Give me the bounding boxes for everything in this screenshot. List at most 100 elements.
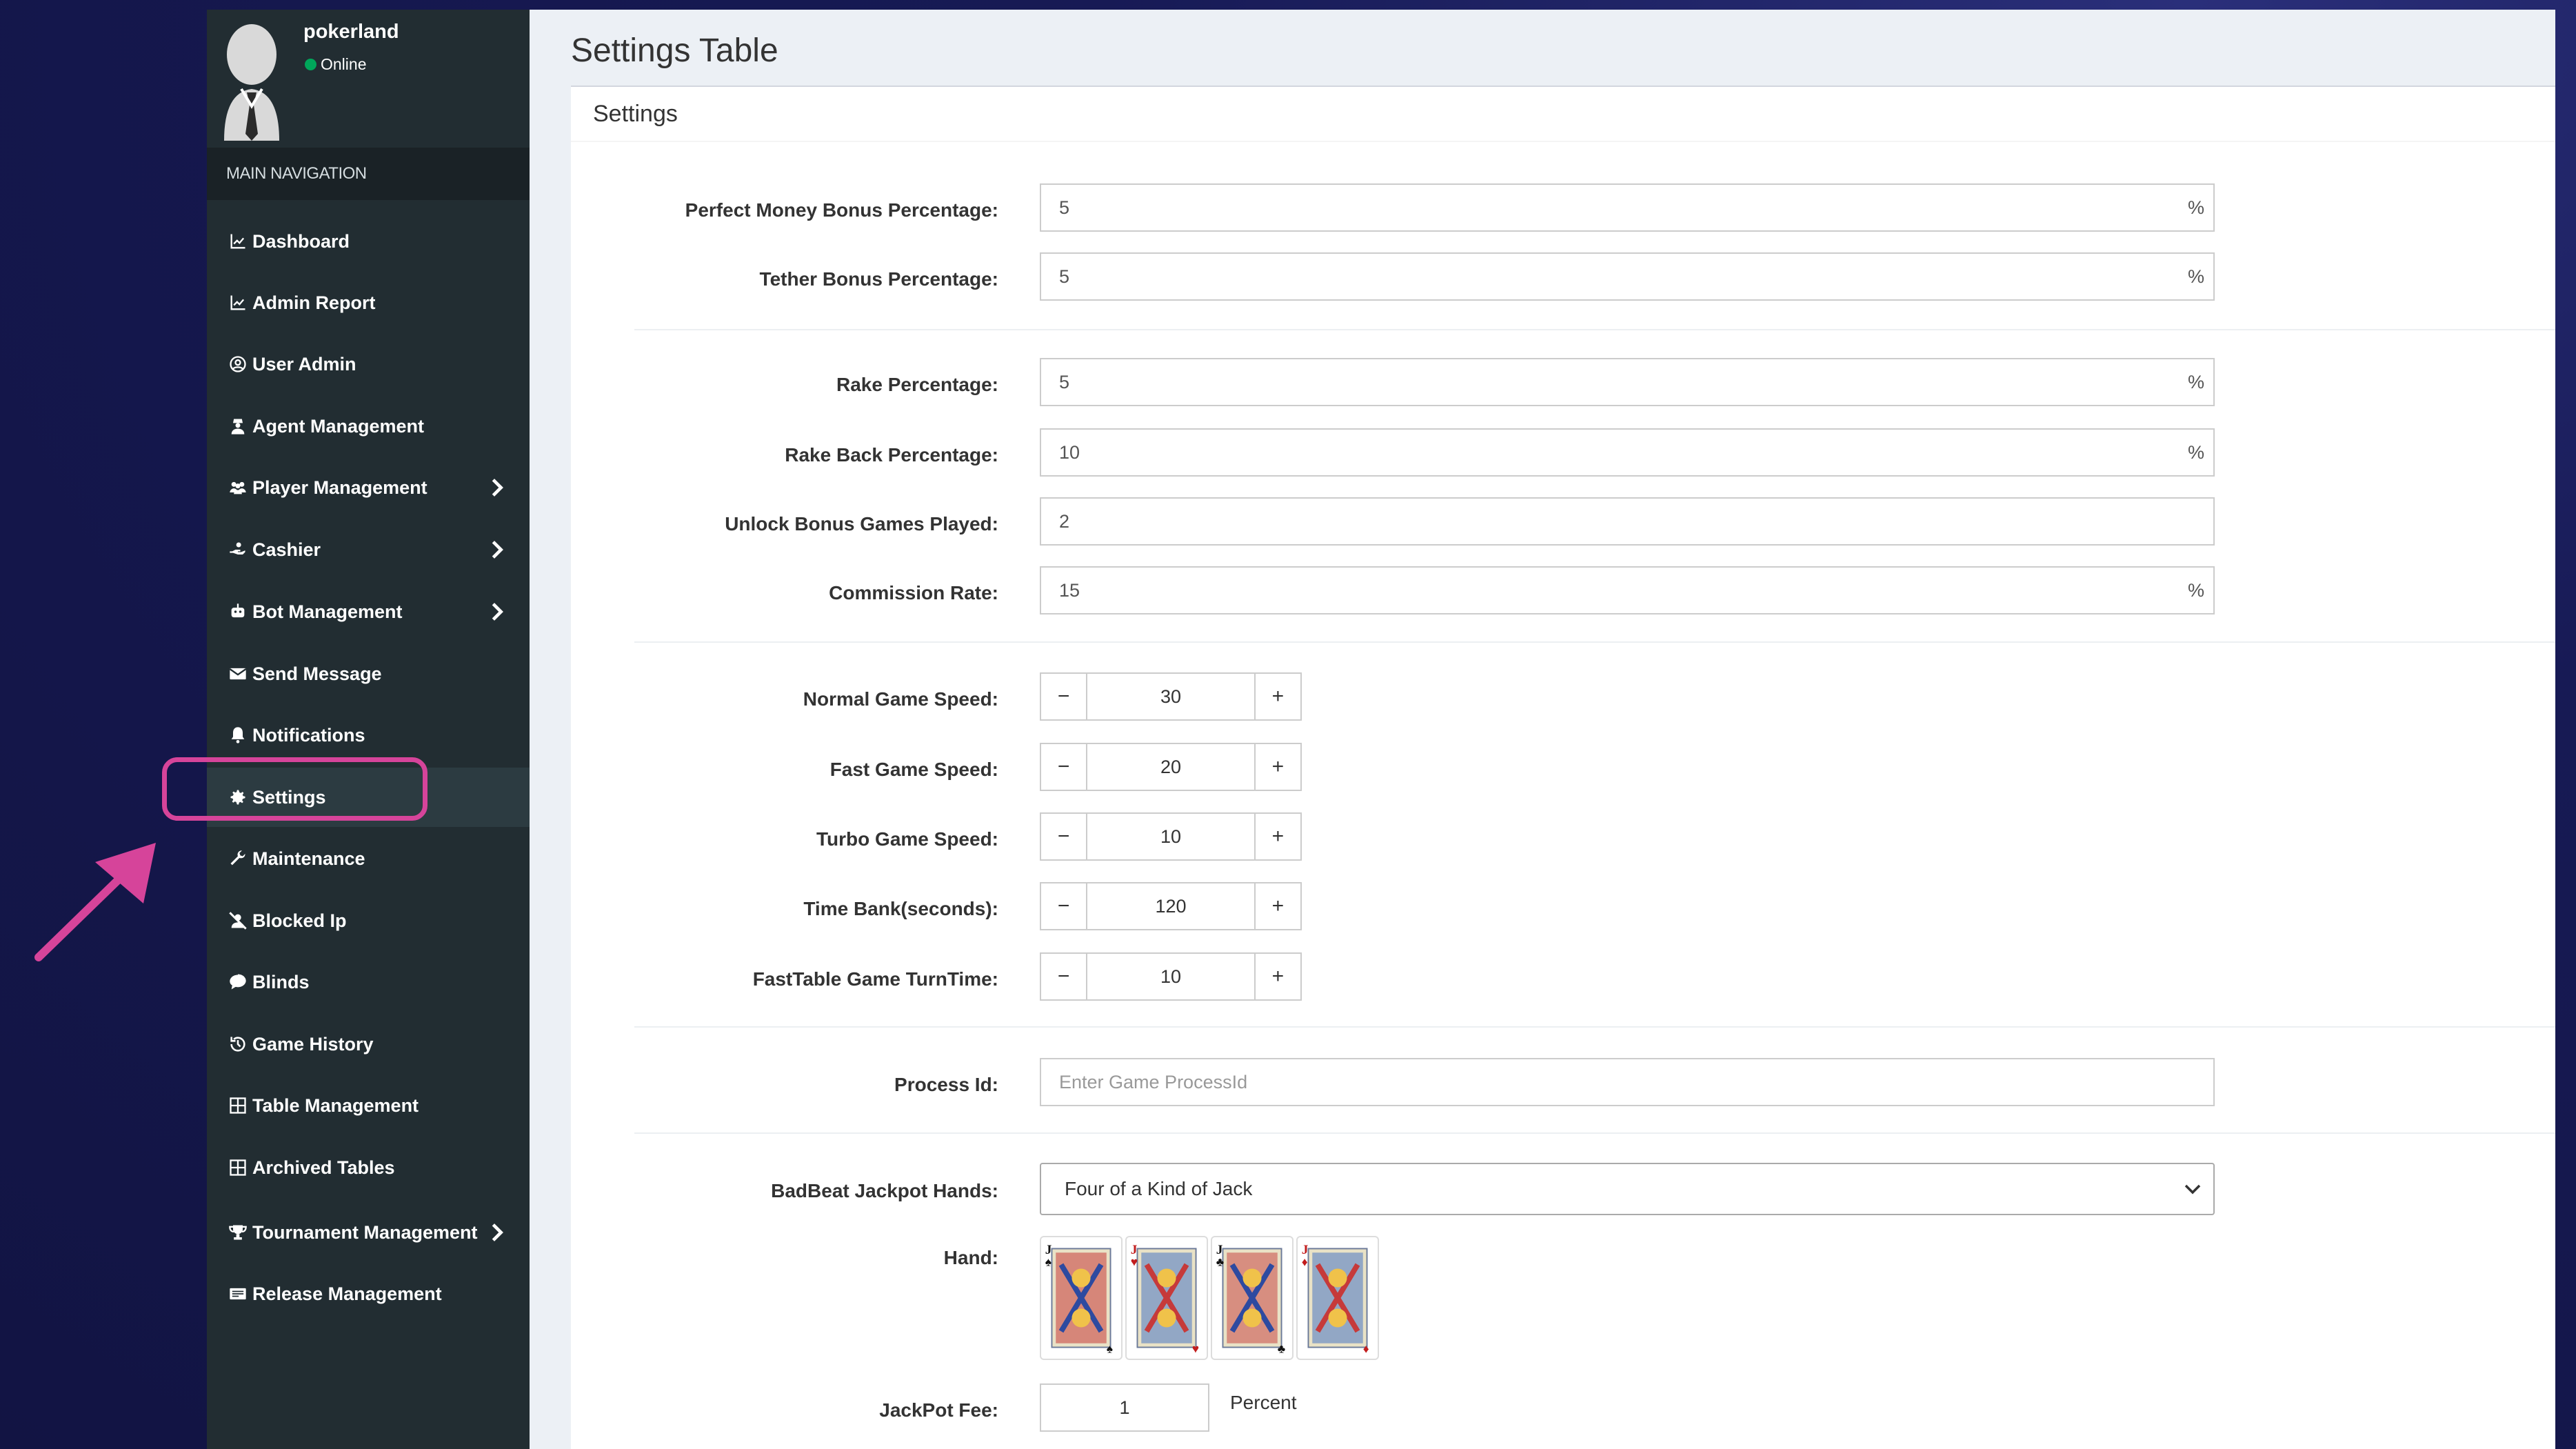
divider [634, 1026, 2555, 1028]
sidebar-item-label: Player Management [252, 477, 427, 498]
increment-button[interactable]: + [1254, 952, 1302, 1001]
nav-header: MAIN NAVIGATION [207, 148, 530, 200]
badbeat-jackpot-select[interactable]: Four of a Kind of Jack [1040, 1163, 2215, 1215]
envelope-icon [228, 663, 248, 684]
input-value: 10 [1059, 441, 1080, 463]
sidebar-item-game-history[interactable]: Game History [207, 1015, 530, 1074]
unlock-bonus-games-input[interactable]: 2 [1040, 497, 2215, 546]
svg-text:♥: ♥ [1192, 1341, 1199, 1355]
process-id-input[interactable]: Enter Game ProcessId [1040, 1058, 2215, 1106]
sidebar-item-settings[interactable]: Settings [207, 768, 530, 827]
user-status: Online [305, 55, 366, 74]
sidebar-item-dashboard[interactable]: Dashboard [207, 212, 530, 271]
increment-button[interactable]: + [1254, 812, 1302, 861]
chevron-right-icon [492, 1223, 503, 1241]
percent-addon: % [2187, 441, 2204, 463]
sidebar-item-cashier[interactable]: Cashier [207, 520, 530, 579]
sidebar-item-label: Settings [252, 786, 326, 808]
sidebar-item-label: Admin Report [252, 292, 376, 313]
user-secret-icon [228, 416, 248, 437]
percent-addon: % [2187, 371, 2204, 392]
svg-text:♠: ♠ [1107, 1341, 1113, 1355]
sidebar-item-label: Tournament Management [252, 1221, 478, 1243]
sidebar-item-maintenance[interactable]: Maintenance [207, 829, 530, 888]
avatar [221, 17, 283, 141]
page-title: Settings Table [571, 32, 778, 69]
decrement-button[interactable]: − [1040, 812, 1088, 861]
online-status-icon [305, 59, 316, 70]
card-jack-of-spades: J ♠ ♠ [1040, 1236, 1123, 1360]
stepper-value[interactable]: 120 [1087, 882, 1254, 930]
tether-bonus-input[interactable]: 5 % [1040, 252, 2215, 301]
decrement-button[interactable]: − [1040, 952, 1088, 1001]
stepper-value[interactable]: 20 [1087, 743, 1254, 791]
sidebar-item-notifications[interactable]: Notifications [207, 706, 530, 765]
jackpot-fee-unit: Percent [1230, 1392, 1297, 1413]
increment-button[interactable]: + [1254, 743, 1302, 791]
sidebar-item-table-management[interactable]: Table Management [207, 1076, 530, 1135]
sidebar-item-admin-report[interactable]: Admin Report [207, 273, 530, 332]
sidebar-item-tournament-management[interactable]: Tournament Management [207, 1203, 530, 1262]
decrement-button[interactable]: − [1040, 743, 1088, 791]
sidebar-item-label: Notifications [252, 724, 365, 746]
card-jack-of-hearts: J ♥ ♥ [1125, 1236, 1208, 1360]
stepper-value[interactable]: 30 [1087, 672, 1254, 721]
field-label: Turbo Game Speed: [816, 828, 998, 850]
trophy-icon [228, 1222, 248, 1243]
increment-button[interactable]: + [1254, 672, 1302, 721]
jackpot-fee-input[interactable]: 1 [1040, 1383, 1209, 1432]
sidebar-item-user-admin[interactable]: User Admin [207, 334, 530, 394]
field-label: Perfect Money Bonus Percentage: [685, 199, 998, 221]
sidebar-item-label: Maintenance [252, 848, 365, 869]
decrement-button[interactable]: − [1040, 882, 1088, 930]
field-label: Fast Game Speed: [829, 759, 998, 780]
sidebar-item-label: Dashboard [252, 230, 350, 252]
increment-button[interactable]: + [1254, 882, 1302, 930]
input-value: 5 [1059, 197, 1070, 218]
sidebar-item-player-management[interactable]: Player Management [207, 458, 530, 517]
table-icon [228, 1157, 248, 1178]
user-slash-icon [228, 910, 248, 931]
rake-percentage-input[interactable]: 5 % [1040, 358, 2215, 406]
field-label: JackPot Fee: [879, 1399, 998, 1421]
fast-game-speed-stepper: − 20 + [1040, 743, 1302, 791]
decrement-button[interactable]: − [1040, 672, 1088, 721]
field-label: Tether Bonus Percentage: [759, 268, 998, 290]
commission-rate-input[interactable]: 15 % [1040, 566, 2215, 614]
history-icon [228, 1034, 248, 1055]
hand-holding-icon [228, 539, 248, 560]
table-icon [228, 1095, 248, 1116]
stepper-value[interactable]: 10 [1087, 952, 1254, 1001]
card-jack-of-diamonds: J ♦ ♦ [1296, 1236, 1379, 1360]
percent-addon: % [2187, 266, 2204, 287]
sidebar-item-bot-management[interactable]: Bot Management [207, 582, 530, 641]
perfect-money-bonus-input[interactable]: 5 % [1040, 183, 2215, 232]
divider [634, 1132, 2555, 1134]
sidebar-item-release-management[interactable]: Release Management [207, 1264, 530, 1323]
wrench-icon [228, 848, 248, 869]
normal-game-speed-stepper: − 30 + [1040, 672, 1302, 721]
svg-text:♦: ♦ [1302, 1255, 1308, 1269]
chart-line-icon [228, 292, 248, 313]
field-label: BadBeat Jackpot Hands: [771, 1180, 998, 1201]
field-label: Normal Game Speed: [803, 688, 998, 710]
input-value: 2 [1059, 510, 1070, 532]
field-label: Time Bank(seconds): [803, 898, 998, 919]
percent-addon: % [2187, 197, 2204, 218]
sidebar-item-agent-management[interactable]: Agent Management [207, 397, 530, 456]
field-label: Process Id: [894, 1074, 998, 1095]
sidebar-item-label: Blinds [252, 971, 310, 992]
sidebar-item-blinds[interactable]: Blinds [207, 952, 530, 1012]
sidebar-item-label: Blocked Ip [252, 910, 347, 931]
rake-back-percentage-input[interactable]: 10 % [1040, 428, 2215, 477]
svg-text:♠: ♠ [1045, 1255, 1051, 1269]
id-card-icon [228, 1283, 248, 1304]
percent-addon: % [2187, 579, 2204, 601]
sidebar-item-blocked-ip[interactable]: Blocked Ip [207, 891, 530, 950]
field-label: FastTable Game TurnTime: [752, 968, 998, 990]
card-jack-of-clubs: J ♣ ♣ [1211, 1236, 1294, 1360]
sidebar-item-send-message[interactable]: Send Message [207, 644, 530, 703]
sidebar-item-label: Bot Management [252, 601, 403, 622]
stepper-value[interactable]: 10 [1087, 812, 1254, 861]
sidebar-item-archived-tables[interactable]: Archived Tables [207, 1138, 530, 1197]
